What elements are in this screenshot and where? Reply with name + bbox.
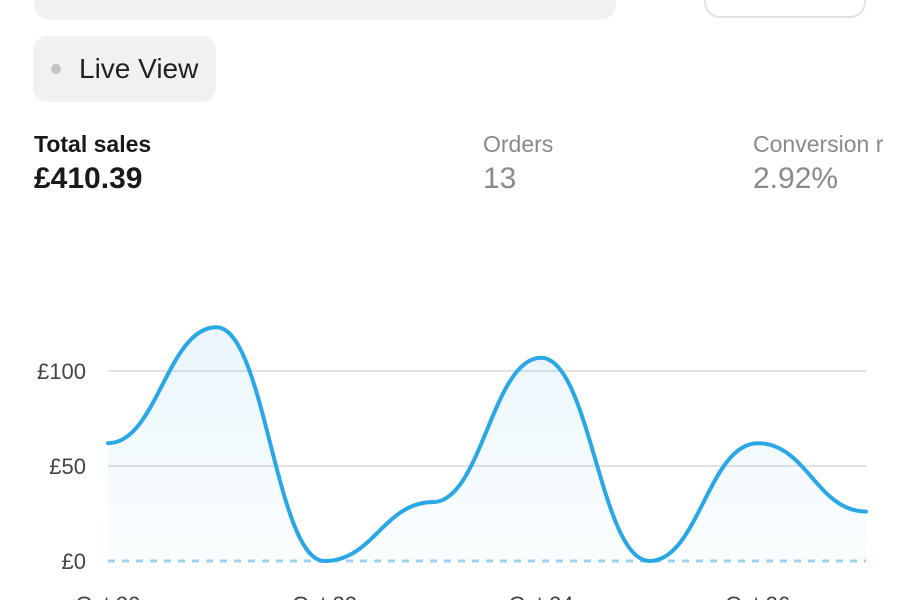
y-tick-label: £0 [62,549,86,574]
y-tick-label: £100 [37,359,86,384]
x-tick-label: Oct 20 [76,592,141,600]
y-tick-label: £50 [49,454,86,479]
x-tick-label: Oct 24 [509,592,574,600]
x-tick-label: Oct 26 [725,592,790,600]
analytics-screen: Live View Total sales £410.39 Orders 13 … [0,0,900,600]
x-tick-label: Oct 22 [292,592,357,600]
sales-chart: £0 £50 £100 Oct 20 Oct 22 Oct 24 Oct 26 [37,325,868,600]
